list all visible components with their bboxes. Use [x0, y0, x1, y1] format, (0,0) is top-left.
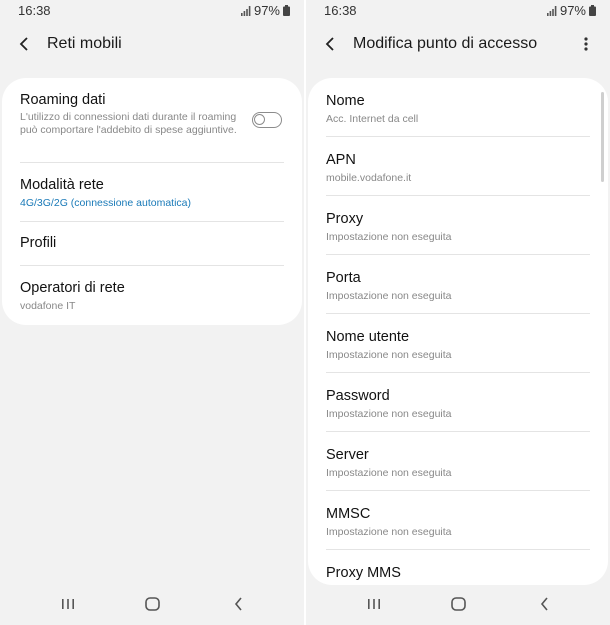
- status-time: 16:38: [18, 3, 51, 18]
- apn-settings-card: Nome Acc. Internet da cell APN mobile.vo…: [308, 78, 608, 585]
- item-label: Roaming dati: [20, 92, 106, 108]
- item-value: mobile.vodafone.it: [326, 172, 412, 184]
- status-right: 97%: [240, 3, 290, 18]
- roaming-toggle[interactable]: [252, 112, 282, 128]
- scrollbar[interactable]: [601, 92, 604, 182]
- home-icon[interactable]: [450, 596, 466, 612]
- list-item-roaming-dati[interactable]: Roaming dati L'utilizzo di connessioni d…: [20, 78, 284, 163]
- battery-icon: [589, 5, 596, 16]
- list-item-profili[interactable]: Profili: [20, 222, 284, 266]
- list-item-nome-utente[interactable]: Nome utente Impostazione non eseguita: [326, 314, 590, 373]
- title-bar: Reti mobili: [0, 22, 304, 66]
- item-value: Impostazione non eseguita: [326, 290, 452, 302]
- toggle-knob: [254, 114, 265, 125]
- item-value: Impostazione non eseguita: [326, 526, 452, 538]
- page-title: Reti mobili: [47, 35, 122, 52]
- item-label: MMSC: [326, 506, 371, 522]
- title-bar: Modifica punto di accesso: [306, 22, 610, 66]
- page-title: Modifica punto di accesso: [353, 35, 538, 52]
- list-item-apn[interactable]: APN mobile.vodafone.it: [326, 137, 590, 196]
- item-label: Porta: [326, 270, 361, 286]
- home-icon[interactable]: [144, 596, 160, 612]
- back-arrow-icon[interactable]: [14, 34, 34, 54]
- item-sublabel: L'utilizzo di connessioni dati durante i…: [20, 111, 237, 136]
- signal-icon: [240, 5, 251, 16]
- item-value: Impostazione non eseguita: [326, 408, 452, 420]
- item-label: Proxy MMS: [326, 565, 401, 581]
- list-item-proxy-mms[interactable]: Proxy MMS: [326, 550, 590, 585]
- item-label: Nome: [326, 93, 365, 109]
- item-label: Nome utente: [326, 329, 410, 345]
- item-value: Impostazione non eseguita: [326, 231, 452, 243]
- status-time: 16:38: [324, 3, 357, 18]
- signal-icon: [546, 5, 557, 16]
- item-label: Profili: [20, 235, 57, 251]
- list-item-porta[interactable]: Porta Impostazione non eseguita: [326, 255, 590, 314]
- list-item-password[interactable]: Password Impostazione non eseguita: [326, 373, 590, 432]
- item-label: Server: [326, 447, 369, 463]
- recent-apps-icon[interactable]: [60, 596, 76, 612]
- item-label: Proxy: [326, 211, 364, 227]
- nav-back-icon[interactable]: [230, 596, 246, 612]
- more-options-icon[interactable]: [580, 34, 592, 54]
- status-right: 97%: [546, 3, 596, 18]
- nav-back-icon[interactable]: [536, 596, 552, 612]
- item-value: Impostazione non eseguita: [326, 467, 452, 479]
- list-item-nome[interactable]: Nome Acc. Internet da cell: [326, 78, 590, 137]
- item-value: Impostazione non eseguita: [326, 349, 452, 361]
- list-item-operatori-di-rete[interactable]: Operatori di rete vodafone IT: [20, 266, 284, 325]
- item-sublabel: vodafone IT: [20, 300, 76, 312]
- navigation-bar: [0, 583, 304, 625]
- list-item-proxy[interactable]: Proxy Impostazione non eseguita: [326, 196, 590, 255]
- navigation-bar: [306, 583, 610, 625]
- battery-percent: 97%: [253, 3, 280, 18]
- list-item-server[interactable]: Server Impostazione non eseguita: [326, 432, 590, 491]
- item-value: Acc. Internet da cell: [326, 113, 419, 125]
- recent-apps-icon[interactable]: [366, 596, 382, 612]
- item-label: Password: [326, 388, 390, 404]
- item-sublabel: 4G/3G/2G (connessione automatica): [20, 197, 192, 209]
- back-arrow-icon[interactable]: [320, 34, 340, 54]
- battery-icon: [283, 5, 290, 16]
- item-label: APN: [326, 152, 356, 168]
- status-bar: 16:38 97%: [306, 0, 610, 22]
- settings-card: Roaming dati L'utilizzo di connessioni d…: [2, 78, 302, 325]
- modifica-punto-di-accesso-screen: 16:38 97% Modifica punto di accesso Nome…: [306, 0, 610, 625]
- item-label: Operatori di rete: [20, 280, 125, 296]
- item-label: Modalità rete: [20, 177, 104, 193]
- battery-percent: 97%: [559, 3, 586, 18]
- reti-mobili-screen: 16:38 97% Reti mobili Roaming dati L'uti…: [0, 0, 304, 625]
- status-bar: 16:38 97%: [0, 0, 304, 22]
- list-item-modalita-rete[interactable]: Modalità rete 4G/3G/2G (connessione auto…: [20, 163, 284, 222]
- list-item-mmsc[interactable]: MMSC Impostazione non eseguita: [326, 491, 590, 550]
